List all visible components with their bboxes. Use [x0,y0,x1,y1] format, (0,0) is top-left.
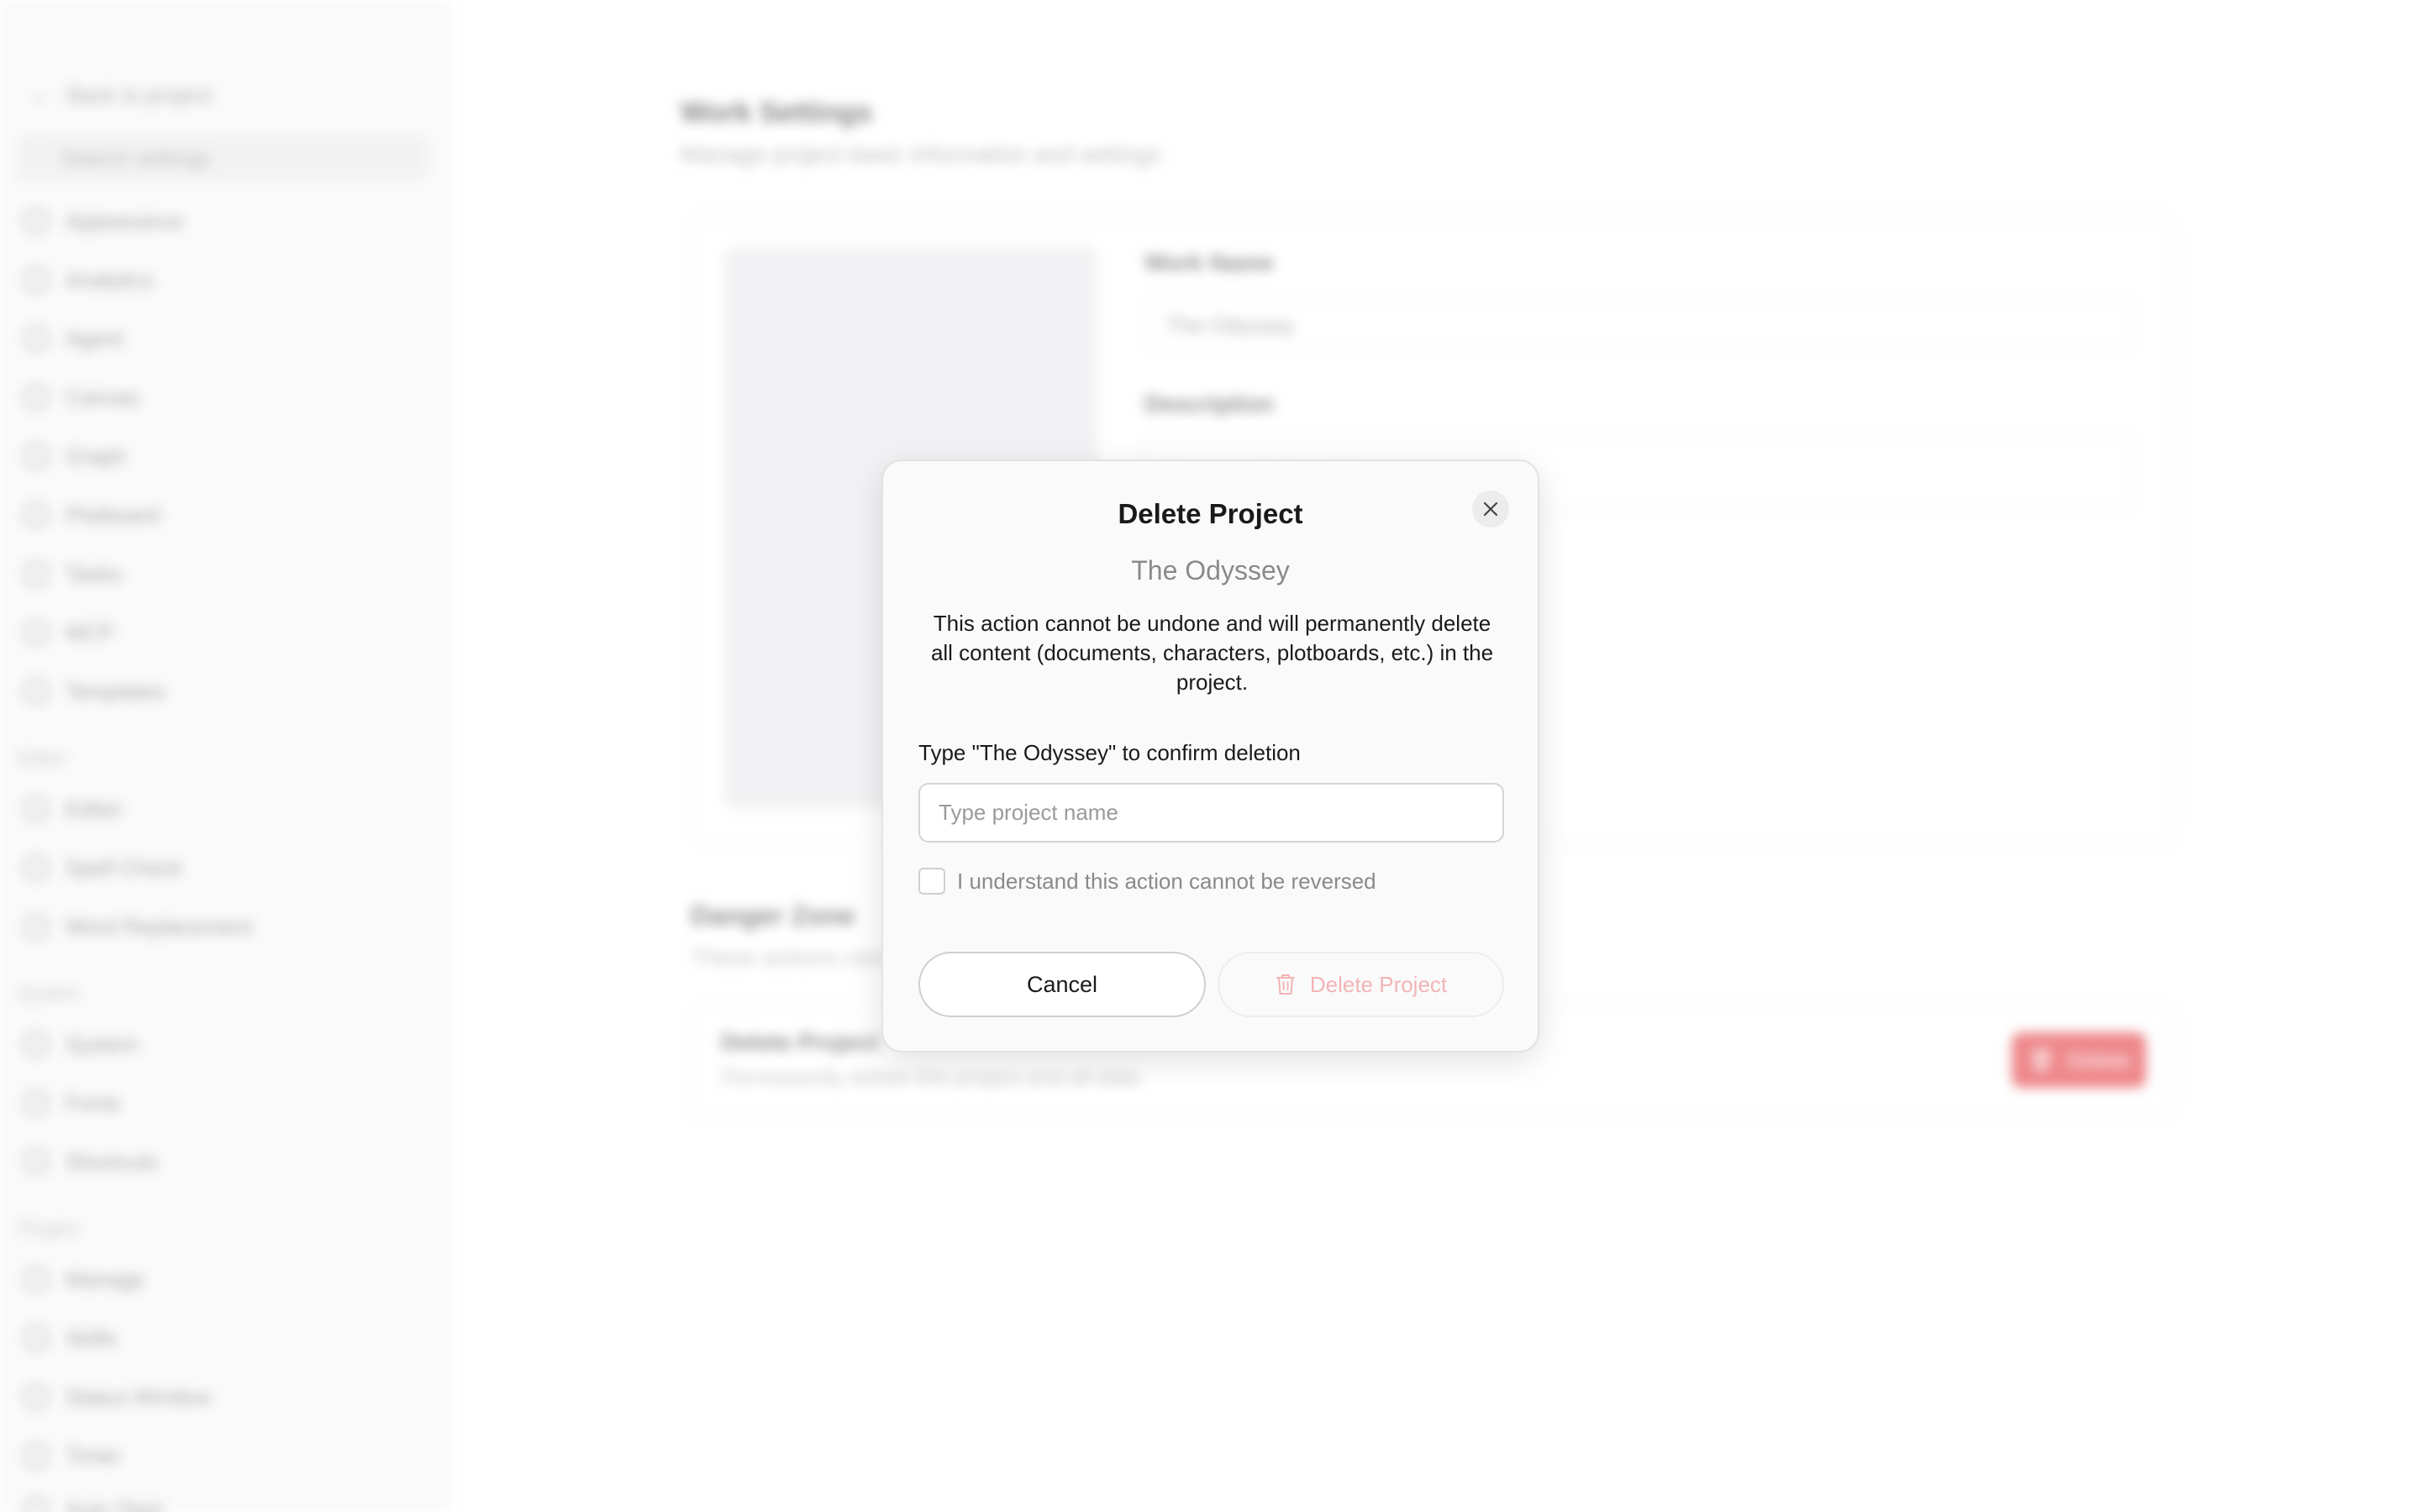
project-name: The Odyssey [1131,555,1290,585]
delete-project-dialog: Delete Project The Odyssey This action c… [881,459,1539,1053]
cancel-button[interactable]: Cancel [918,952,1206,1017]
delete-project-button[interactable]: Delete Project [1218,952,1504,1017]
dialog-title: Delete Project [1118,498,1303,529]
trash-icon [1276,974,1295,995]
confirm-label: Type "The Odyssey" to confirm deletion [918,740,1301,765]
acknowledge-label: I understand this action cannot be rever… [957,868,1376,894]
close-icon [1483,501,1498,517]
delete-project-label: Delete Project [1309,971,1448,997]
close-button[interactable] [1472,491,1509,528]
confirm-project-name-input[interactable] [918,783,1504,843]
acknowledge-row[interactable]: I understand this action cannot be rever… [918,868,1376,895]
acknowledge-checkbox[interactable] [918,868,945,895]
dialog-description: This action cannot be undone and will pe… [930,611,1494,695]
